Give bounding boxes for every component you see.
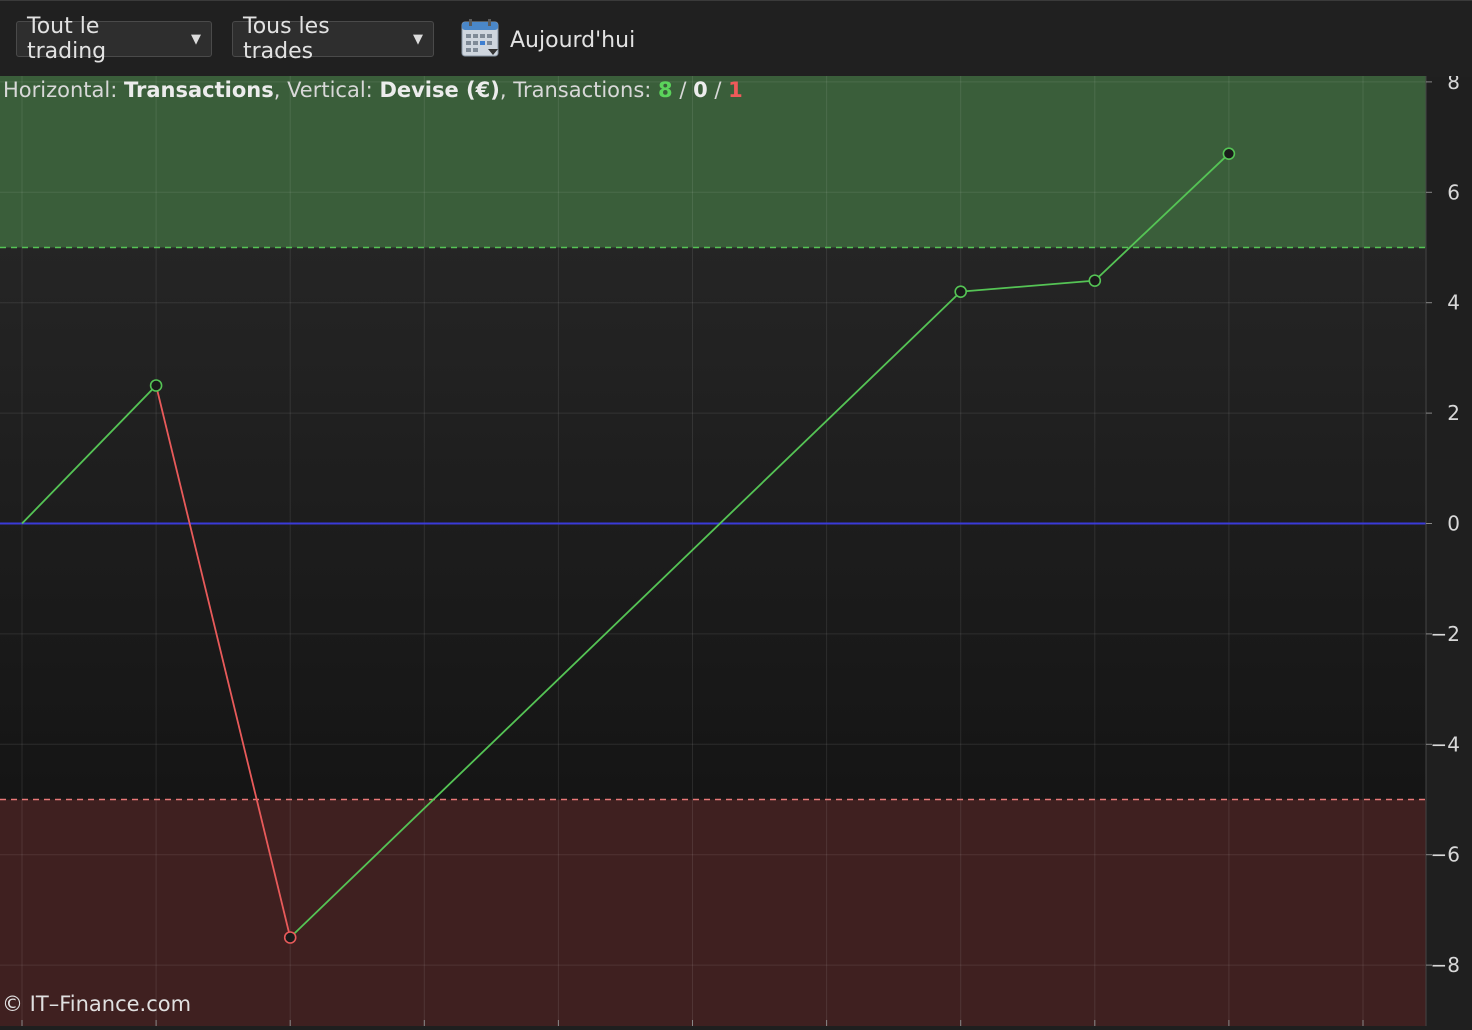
y-tick-label: 0	[1447, 512, 1460, 536]
gain-point	[1088, 274, 1102, 287]
horizontal-prefix: Horizontal:	[3, 78, 124, 102]
y-tick-label: 2	[1447, 401, 1460, 425]
loss-point	[283, 931, 297, 944]
wins-count: 8	[658, 78, 673, 102]
toolbar: Tout le trading ▼ Tous les trades ▼ Aujo…	[0, 0, 1472, 77]
y-axis: 8 6 4 2 0 −2 −4 −6 −8	[1426, 70, 1460, 977]
trading-filter-label: Tout le trading	[27, 14, 107, 64]
watermark: © IT–Finance.com	[2, 992, 192, 1016]
gain-point	[149, 379, 163, 392]
separator: /	[707, 78, 729, 102]
calendar-icon	[460, 17, 502, 63]
chart-svg: 8 6 4 2 0 −2 −4 −6 −8	[0, 70, 1460, 1026]
trades-filter-label: Tous les trades	[243, 14, 330, 64]
chart-info-line: Horizontal: Transactions, Vertical: Devi…	[3, 78, 743, 102]
y-tick-label: −4	[1431, 732, 1460, 756]
y-tick-label: 6	[1447, 180, 1460, 204]
gain-point	[954, 285, 968, 298]
losses-count: 1	[728, 78, 743, 102]
y-tick-label: −2	[1431, 622, 1460, 646]
vertical-value: Devise (€)	[379, 78, 500, 102]
y-tick-label: 4	[1447, 291, 1460, 315]
chevron-down-icon: ▼	[413, 31, 423, 47]
equity-chart: 8 6 4 2 0 −2 −4 −6 −8	[0, 70, 1472, 1026]
vertical-prefix: , Vertical:	[273, 78, 380, 102]
trades-filter-dropdown[interactable]: Tous les trades ▼	[232, 14, 434, 64]
chevron-down-icon: ▼	[191, 31, 201, 47]
horizontal-value: Transactions	[123, 78, 274, 102]
gain-point	[1222, 147, 1236, 160]
y-tick-label: −8	[1431, 953, 1460, 977]
y-tick-label: 8	[1447, 76, 1460, 94]
date-selector-label: Aujourd'hui	[510, 27, 636, 53]
neutral-count: 0	[693, 78, 708, 102]
date-selector-button[interactable]: Aujourd'hui	[460, 19, 635, 61]
trading-filter-dropdown[interactable]: Tout le trading ▼	[16, 14, 212, 64]
y-tick-label: −6	[1431, 843, 1460, 867]
transactions-prefix: , Transactions:	[499, 78, 659, 102]
loss-limit-zone	[0, 799, 1426, 1026]
separator: /	[672, 78, 694, 102]
